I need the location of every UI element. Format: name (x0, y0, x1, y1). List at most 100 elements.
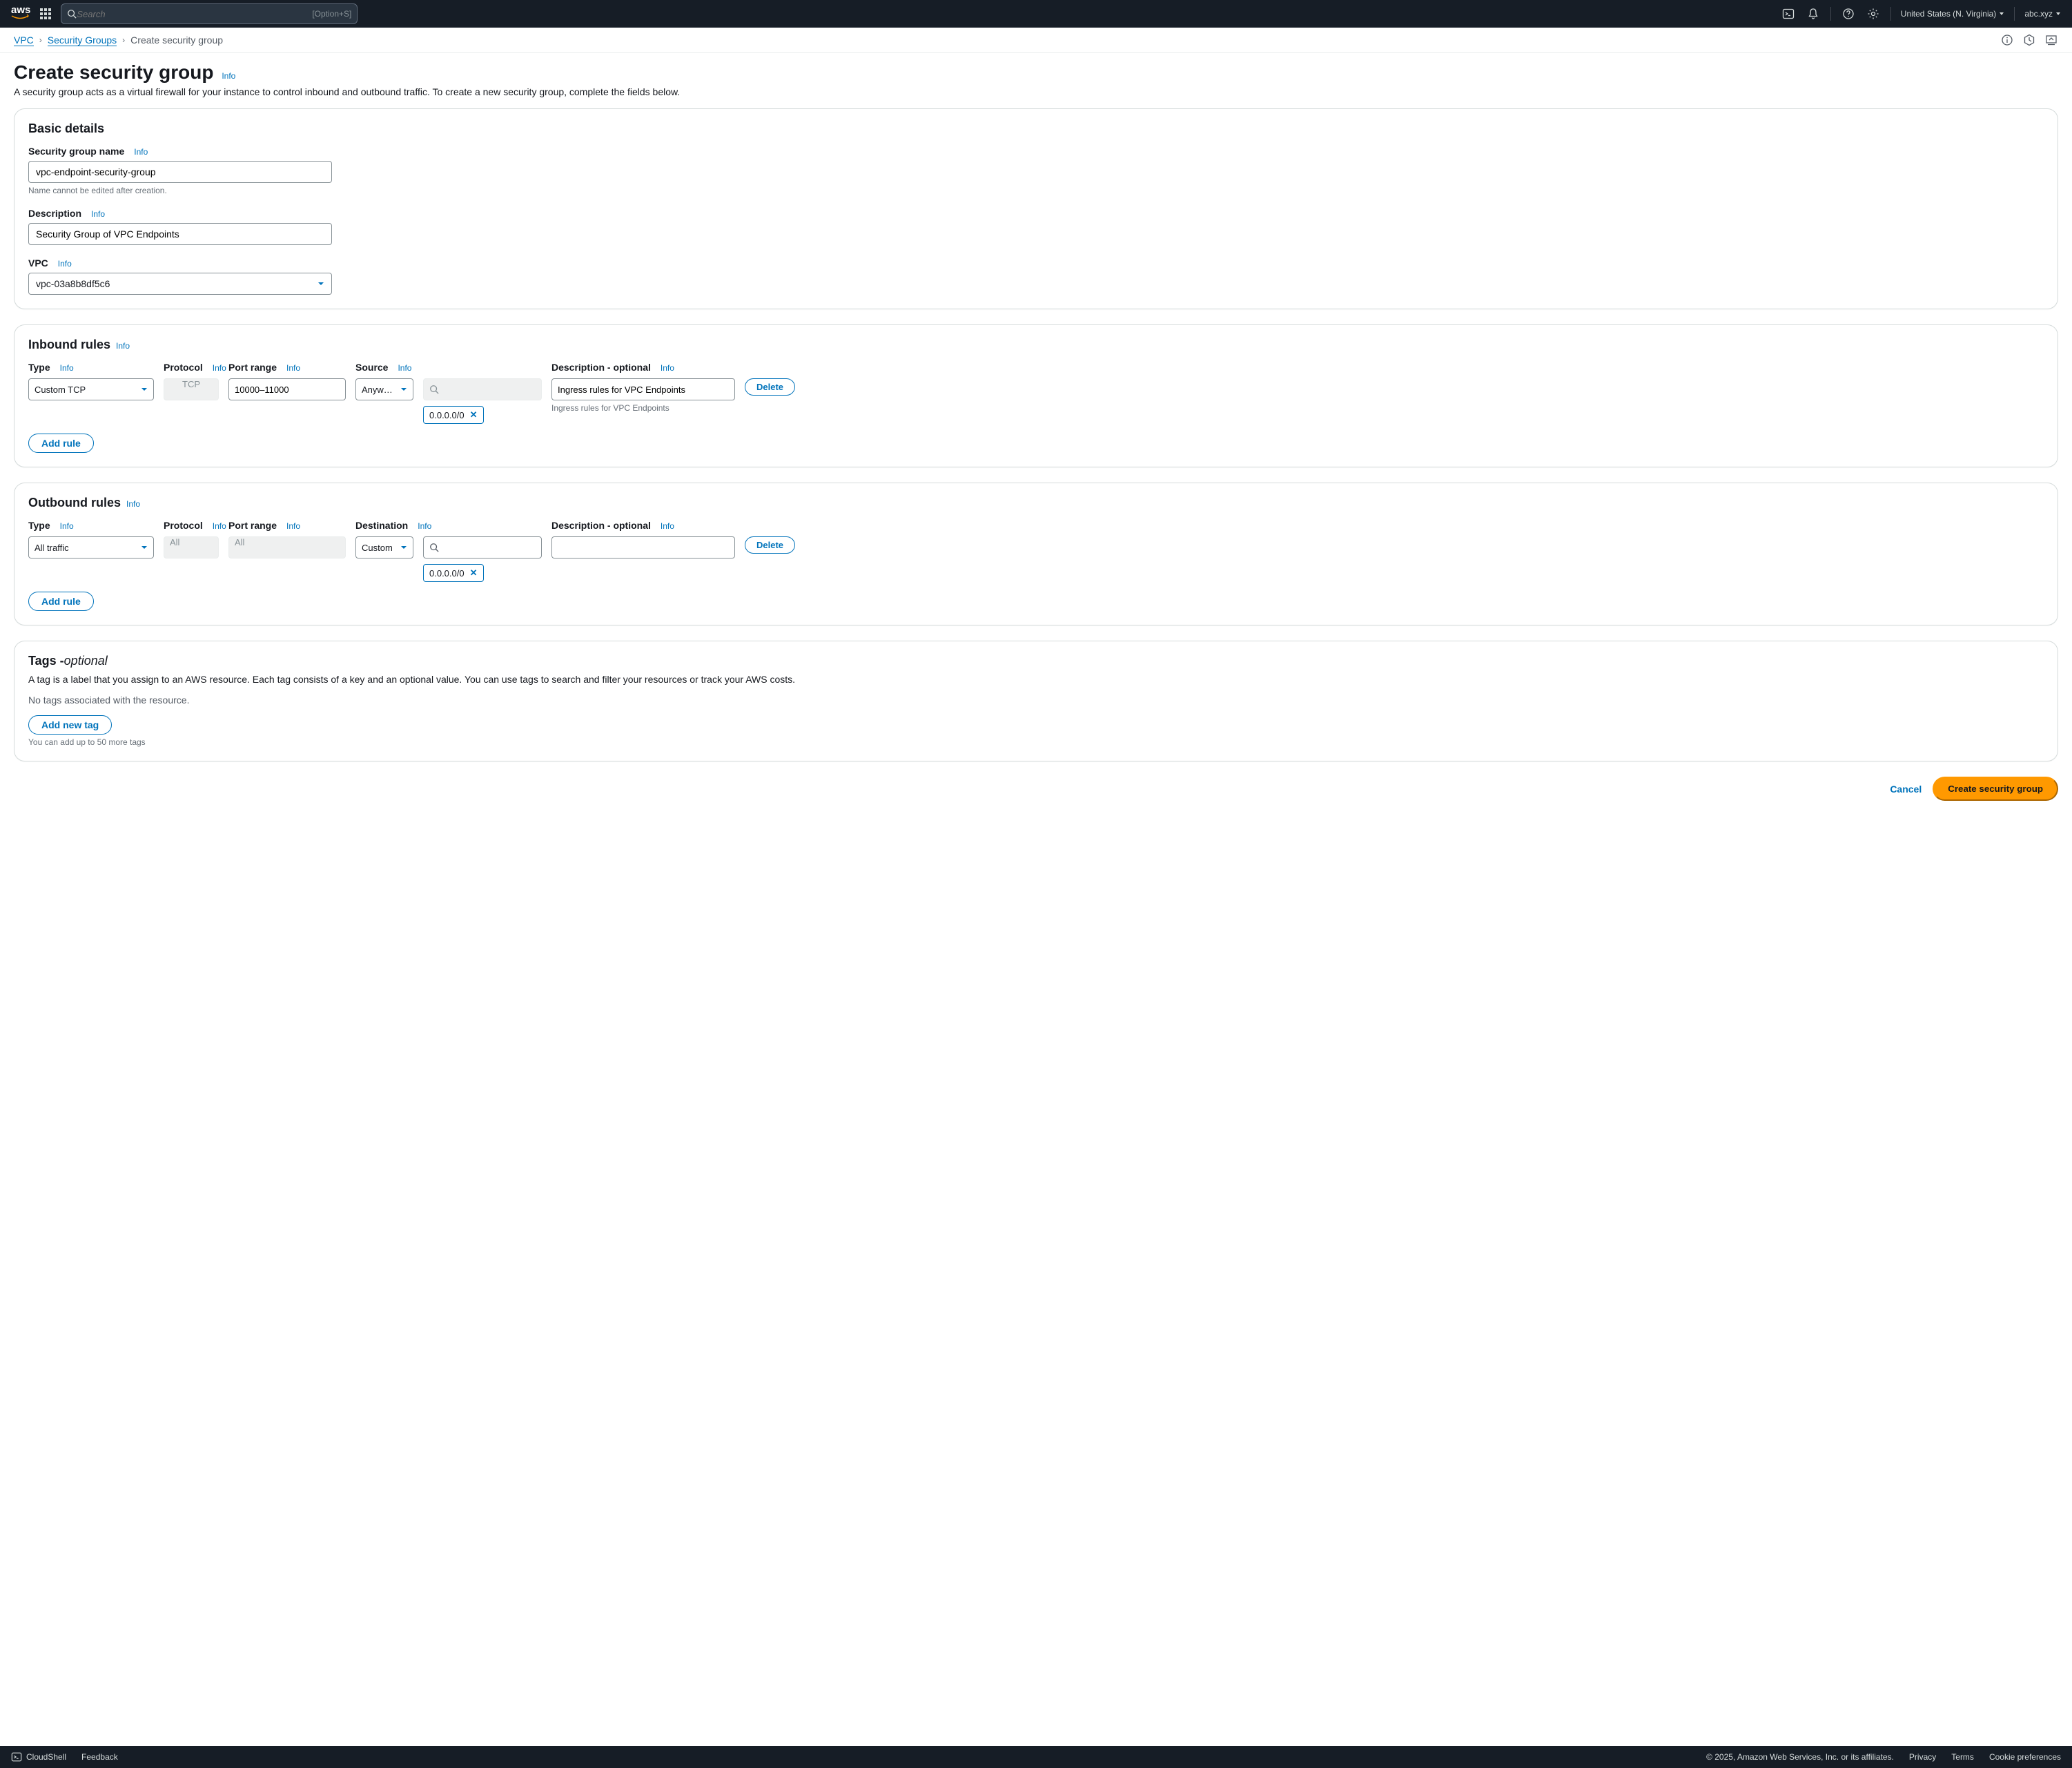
aws-logo[interactable]: aws (11, 7, 30, 21)
inbound-delete-button[interactable]: Delete (745, 378, 795, 396)
col-source-label: Source (355, 362, 388, 373)
basic-details-heading: Basic details (28, 122, 2044, 136)
privacy-link[interactable]: Privacy (1909, 1752, 1936, 1762)
col-protocol-label: Protocol (164, 362, 203, 373)
info-link[interactable]: Info (661, 521, 674, 531)
info-panel-icon[interactable] (2000, 33, 2014, 47)
outbound-dest-search[interactable] (423, 536, 542, 558)
caret-down-icon (400, 386, 407, 393)
col-port-label: Port range (228, 520, 277, 531)
notifications-icon[interactable] (1806, 6, 1821, 21)
inbound-port-input[interactable] (228, 378, 346, 400)
col-desc-label: Description - optional (551, 520, 651, 531)
col-port-label: Port range (228, 362, 277, 373)
inbound-desc-input[interactable] (551, 378, 735, 400)
inbound-rules-panel: Inbound rulesInfo TypeInfo Custom TCP Pr… (14, 324, 2058, 467)
copyright-text: © 2025, Amazon Web Services, Inc. or its… (1706, 1752, 1894, 1762)
create-security-group-button[interactable]: Create security group (1933, 777, 2058, 801)
caret-down-icon (141, 544, 148, 551)
info-link[interactable]: Info (60, 363, 74, 373)
description-label: Description (28, 208, 81, 219)
expand-icon[interactable] (2044, 33, 2058, 47)
outbound-desc-input[interactable] (551, 536, 735, 558)
tags-heading: Tags - optional (28, 654, 2044, 668)
vpc-label: VPC (28, 258, 48, 269)
info-link[interactable]: Info (58, 259, 72, 269)
vpc-select[interactable]: vpc-03a8b8df5c6 (28, 273, 332, 295)
account-selector[interactable]: abc.xyz (2024, 9, 2061, 19)
sg-name-input[interactable] (28, 161, 332, 183)
vpc-select-value: vpc-03a8b8df5c6 (36, 278, 110, 289)
info-link[interactable]: Info (213, 521, 226, 531)
inbound-cidr-token[interactable]: 0.0.0.0/0 ✕ (423, 406, 484, 424)
cancel-button[interactable]: Cancel (1890, 784, 1922, 795)
info-link[interactable]: Info (398, 363, 411, 373)
info-link[interactable]: Info (286, 363, 300, 373)
search-hotkey: [Option+S] (312, 9, 351, 19)
breadcrumb: VPC › Security Groups › Create security … (14, 35, 223, 46)
cidr-value: 0.0.0.0/0 (429, 568, 465, 579)
outbound-type-select[interactable]: All traffic (28, 536, 154, 558)
remove-token-icon[interactable]: ✕ (470, 409, 478, 420)
caret-down-icon (141, 386, 148, 393)
info-link[interactable]: Info (213, 363, 226, 373)
page-title: Create security group (14, 61, 213, 84)
cookie-link[interactable]: Cookie preferences (1989, 1752, 2061, 1762)
breadcrumb-current: Create security group (130, 35, 223, 46)
breadcrumb-vpc[interactable]: VPC (14, 35, 34, 46)
breadcrumb-security-groups[interactable]: Security Groups (48, 35, 117, 46)
outbound-delete-button[interactable]: Delete (745, 536, 795, 554)
search-icon (429, 543, 439, 552)
outbound-add-rule-button[interactable]: Add rule (28, 592, 94, 611)
info-link[interactable]: Info (286, 521, 300, 531)
col-protocol-label: Protocol (164, 520, 203, 531)
tags-limit-text: You can add up to 50 more tags (28, 737, 2044, 747)
search-icon (429, 385, 439, 394)
search-input[interactable] (77, 9, 312, 19)
info-link[interactable]: Info (126, 499, 140, 509)
col-type-label: Type (28, 362, 50, 373)
settings-icon[interactable] (1866, 6, 1881, 21)
breadcrumb-bar: VPC › Security Groups › Create security … (0, 28, 2072, 53)
col-type-label: Type (28, 520, 50, 531)
info-link[interactable]: Info (661, 363, 674, 373)
col-dest-label: Destination (355, 520, 408, 531)
outbound-rules-panel: Outbound rulesInfo TypeInfo All traffic … (14, 483, 2058, 625)
caret-down-icon (2055, 11, 2061, 17)
info-link[interactable]: Info (60, 521, 74, 531)
description-input[interactable] (28, 223, 332, 245)
outbound-cidr-token[interactable]: 0.0.0.0/0 ✕ (423, 564, 484, 582)
col-desc-label: Description - optional (551, 362, 651, 373)
add-new-tag-button[interactable]: Add new tag (28, 715, 112, 735)
inbound-source-select[interactable]: Anyw… (355, 378, 413, 400)
caret-down-icon (317, 280, 324, 287)
sg-name-helper: Name cannot be edited after creation. (28, 186, 2044, 195)
region-selector[interactable]: United States (N. Virginia) (1901, 9, 2005, 19)
cloudshell-button[interactable]: CloudShell (11, 1751, 66, 1762)
basic-details-panel: Basic details Security group nameInfo Na… (14, 108, 2058, 309)
terms-link[interactable]: Terms (1951, 1752, 1974, 1762)
info-link[interactable]: Info (116, 341, 130, 351)
clock-icon[interactable] (2022, 33, 2036, 47)
chevron-right-icon: › (122, 35, 125, 45)
cloudshell-icon[interactable] (1781, 6, 1796, 21)
cidr-value: 0.0.0.0/0 (429, 410, 465, 420)
info-link[interactable]: Info (91, 209, 105, 219)
inbound-add-rule-button[interactable]: Add rule (28, 434, 94, 453)
tags-panel: Tags - optional A tag is a label that yo… (14, 641, 2058, 761)
services-grid-icon[interactable] (40, 8, 51, 19)
help-icon[interactable] (1841, 6, 1856, 21)
feedback-link[interactable]: Feedback (81, 1752, 118, 1762)
remove-token-icon[interactable]: ✕ (470, 567, 478, 579)
page-content: Create security group Info A security gr… (0, 53, 2072, 845)
aws-swoosh-icon (11, 14, 29, 21)
info-link[interactable]: Info (222, 71, 235, 81)
inbound-desc-helper: Ingress rules for VPC Endpoints (551, 403, 735, 413)
global-search[interactable]: [Option+S] (61, 3, 358, 24)
outbound-protocol-field: All (164, 536, 219, 558)
inbound-protocol-field: TCP (164, 378, 219, 400)
info-link[interactable]: Info (134, 147, 148, 157)
caret-down-icon (1999, 11, 2004, 17)
outbound-dest-select[interactable]: Custom (355, 536, 413, 558)
inbound-type-select[interactable]: Custom TCP (28, 378, 154, 400)
